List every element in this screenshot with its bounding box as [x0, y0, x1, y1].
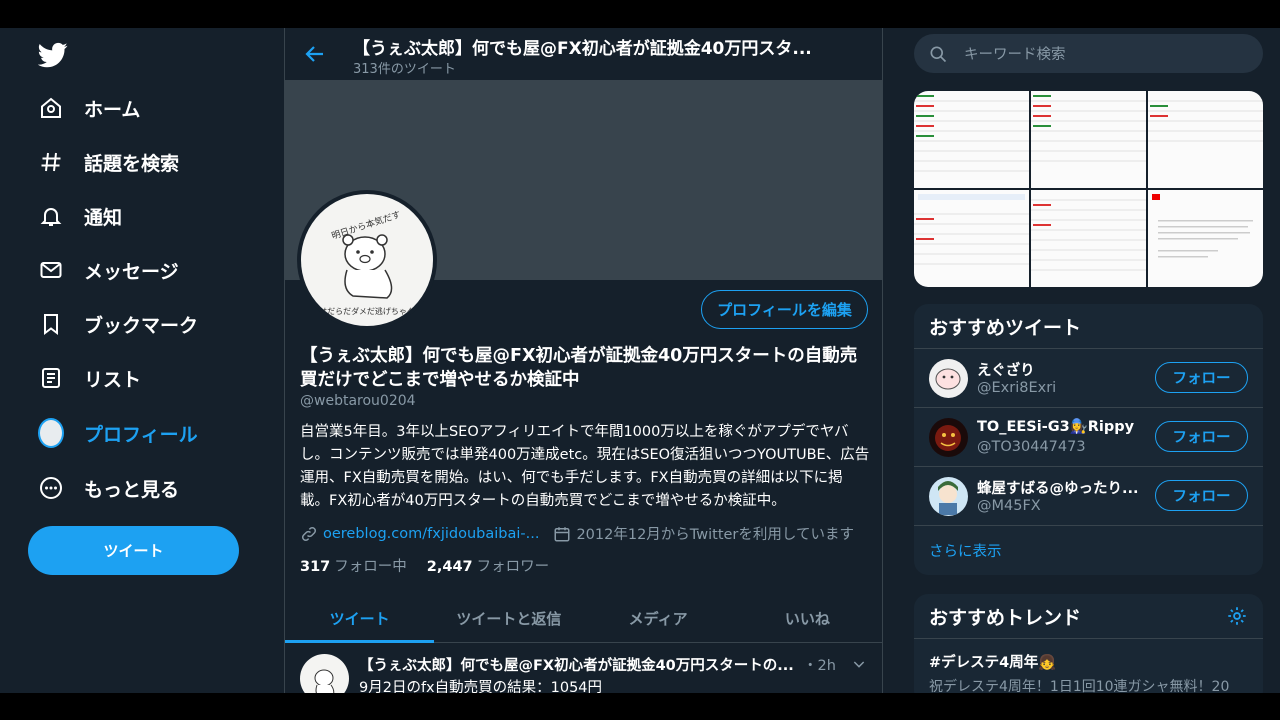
recommended-user[interactable]: TO_EESi-G3👩‍🔧Rippy @TO30447473 フォロー: [914, 408, 1263, 467]
profile-bio: 自営業5年目。3年以上SEOアフィリエイトで年間1000万以上を稼ぐがアプデでヤ…: [300, 424, 870, 509]
user-avatar[interactable]: [929, 359, 968, 398]
recommended-user[interactable]: えぐざり @Exri8Exri フォロー: [914, 349, 1263, 408]
hashtag-icon: [38, 149, 64, 175]
user-handle: @TO30447473: [977, 439, 1086, 455]
bear-illustration: 明日から本気だす 今日はだらだダメだ逃げちゃダメだ: [303, 208, 430, 316]
search-input[interactable]: キーワード検索: [964, 43, 1066, 64]
follow-button[interactable]: フォロー: [1155, 480, 1248, 511]
tab-likes[interactable]: いいね: [733, 595, 882, 642]
recommended-user[interactable]: 蜂屋すばる@ゆったり... @M45FX フォロー: [914, 467, 1263, 526]
app-window: ホーム 話題を検索 通知 メッセージ ブックマーク リスト プロフィール もっと…: [0, 28, 1280, 693]
followers-label: フォロワー: [476, 559, 550, 575]
media-thumbnail[interactable]: [1148, 190, 1263, 287]
gear-icon[interactable]: [1226, 605, 1248, 627]
nav-notifications[interactable]: 通知: [26, 194, 134, 238]
nav-home[interactable]: ホーム: [26, 86, 152, 130]
media-grid: [914, 91, 1263, 287]
media-thumbnail[interactable]: [1031, 190, 1146, 287]
tweet[interactable]: 【うぇぶ太郎】何でも屋@FX初心者が証拠金40万円スタートの... ・2h 9月…: [285, 644, 882, 693]
tab-tweets[interactable]: ツイート: [285, 595, 435, 643]
nav-label: もっと見る: [84, 478, 180, 501]
page-title: 【うぇぶ太郎】何でも屋@FX初心者が証拠金40万円スタ...: [353, 39, 812, 59]
header-bar: 【うぇぶ太郎】何でも屋@FX初心者が証拠金40万円スタ... 313件のツイート: [285, 28, 882, 81]
search-box[interactable]: キーワード検索: [914, 34, 1263, 73]
link-icon: [300, 525, 318, 543]
follow-stats: 317 フォロー中 2,447 フォロワー: [300, 555, 549, 576]
profile-tabs: ツイート ツイートと返信 メディア いいね: [285, 595, 882, 643]
sidebar-right: キーワード検索 おすすめツイート えぐざり @Exri8Exri フォロー TO…: [900, 28, 1280, 693]
followers-link[interactable]: 2,447 フォロワー: [427, 555, 549, 576]
avatar-text-bottom: 今日はだらだダメだ逃げちゃダメだ: [303, 306, 430, 316]
nav-bookmarks[interactable]: ブックマーク: [26, 302, 210, 346]
follow-button[interactable]: フォロー: [1155, 362, 1248, 393]
twitter-logo-icon[interactable]: [37, 40, 68, 70]
profile-handle: @webtarou0204: [300, 393, 416, 409]
nav-label: メッセージ: [84, 260, 179, 283]
card-title: おすすめツイート: [914, 304, 1263, 349]
profile-column: 【うぇぶ太郎】何でも屋@FX初心者が証拠金40万円スタ... 313件のツイート…: [284, 28, 883, 693]
edit-profile-button[interactable]: プロフィールを編集: [701, 290, 868, 329]
media-thumbnail[interactable]: [1148, 91, 1263, 188]
tweet-button[interactable]: ツイート: [28, 526, 239, 575]
nav-label: 話題を検索: [84, 152, 180, 175]
tweet-time: ・2h: [803, 658, 836, 674]
profile-meta: oereblog.com/fxjidoubaibai-... 2012年12月か…: [300, 523, 854, 544]
user-avatar[interactable]: [929, 418, 968, 457]
user-avatar[interactable]: [929, 477, 968, 516]
join-date: 2012年12月からTwitterを利用しています: [576, 527, 854, 543]
bookmark-icon: [38, 311, 64, 337]
chevron-down-icon[interactable]: [851, 656, 867, 672]
search-icon: [928, 44, 948, 64]
user-handle: @M45FX: [977, 498, 1041, 514]
tweet-text: 9月2日のfx自動売買の結果：1054円: [359, 680, 603, 693]
nav-more[interactable]: もっと見る: [26, 466, 191, 510]
primary-nav: ホーム 話題を検索 通知 メッセージ ブックマーク リスト プロフィール もっと…: [0, 28, 284, 693]
media-thumbnail[interactable]: [1031, 91, 1146, 188]
bell-icon: [38, 203, 64, 229]
user-name: 蜂屋すばる@ゆったり...: [977, 481, 1139, 497]
trend-item[interactable]: #デレステ4周年👧 祝デレステ4周年！1日1回10連ガシャ無料！20: [914, 639, 1263, 693]
nav-label: プロフィール: [84, 423, 198, 446]
calendar-icon: [553, 525, 571, 543]
following-label: フォロー中: [334, 559, 407, 575]
media-thumbnail[interactable]: [914, 91, 1029, 188]
tab-media[interactable]: メディア: [584, 595, 733, 642]
recommended-users-card: おすすめツイート えぐざり @Exri8Exri フォロー TO_EESi-G3…: [914, 304, 1263, 575]
bear-illustration-avatar: 明日から本気だす 今日はだらだダメだ逃げちゃダメだ: [301, 194, 433, 326]
profile-website-link[interactable]: oereblog.com/fxjidoubaibai-...: [323, 526, 539, 542]
nav-label: ブックマーク: [84, 314, 199, 337]
nav-label: ホーム: [84, 98, 141, 121]
list-icon: [38, 365, 64, 391]
avatar: [38, 418, 64, 448]
tweet-author: 【うぇぶ太郎】何でも屋@FX初心者が証拠金40万円スタートの...: [359, 658, 794, 674]
followers-count: 2,447: [426, 559, 473, 575]
trend-name: #デレステ4周年👧: [929, 655, 1057, 671]
tab-tweets-replies[interactable]: ツイートと返信: [434, 595, 583, 642]
show-more-link[interactable]: さらに表示: [914, 526, 1263, 574]
profile-avatar[interactable]: 明日から本気だす 今日はだらだダメだ逃げちゃダメだ: [297, 190, 437, 330]
following-link[interactable]: 317 フォロー中: [300, 555, 407, 576]
media-thumbnail[interactable]: [914, 190, 1029, 287]
following-count: 317: [300, 559, 331, 575]
tweet-count: 313件のツイート: [353, 62, 456, 77]
more-icon: [38, 475, 64, 501]
card-title: おすすめトレンド: [914, 594, 1263, 639]
user-name: TO_EESi-G3👩‍🔧Rippy: [977, 419, 1135, 435]
mail-icon: [38, 257, 64, 283]
nav-explore[interactable]: 話題を検索: [26, 140, 191, 184]
user-handle: @Exri8Exri: [977, 380, 1057, 396]
profile-name: 【うぇぶ太郎】何でも屋@FX初心者が証拠金40万円スタートの自動売買だけでどこま…: [300, 346, 858, 390]
nav-messages[interactable]: メッセージ: [26, 248, 191, 292]
nav-label: 通知: [84, 206, 123, 229]
follow-button[interactable]: フォロー: [1155, 421, 1248, 452]
nav-profile[interactable]: プロフィール: [26, 411, 210, 455]
trends-card: おすすめトレンド #デレステ4周年👧 祝デレステ4周年！1日1回10連ガシャ無料…: [914, 594, 1263, 693]
tweet-avatar[interactable]: [300, 654, 349, 693]
trend-description: 祝デレステ4周年！1日1回10連ガシャ無料！20: [929, 679, 1230, 693]
home-icon: [38, 95, 64, 121]
back-arrow-icon[interactable]: [303, 42, 327, 66]
nav-lists[interactable]: リスト: [26, 356, 153, 400]
nav-label: リスト: [84, 368, 142, 391]
user-name: えぐざり: [977, 363, 1035, 379]
